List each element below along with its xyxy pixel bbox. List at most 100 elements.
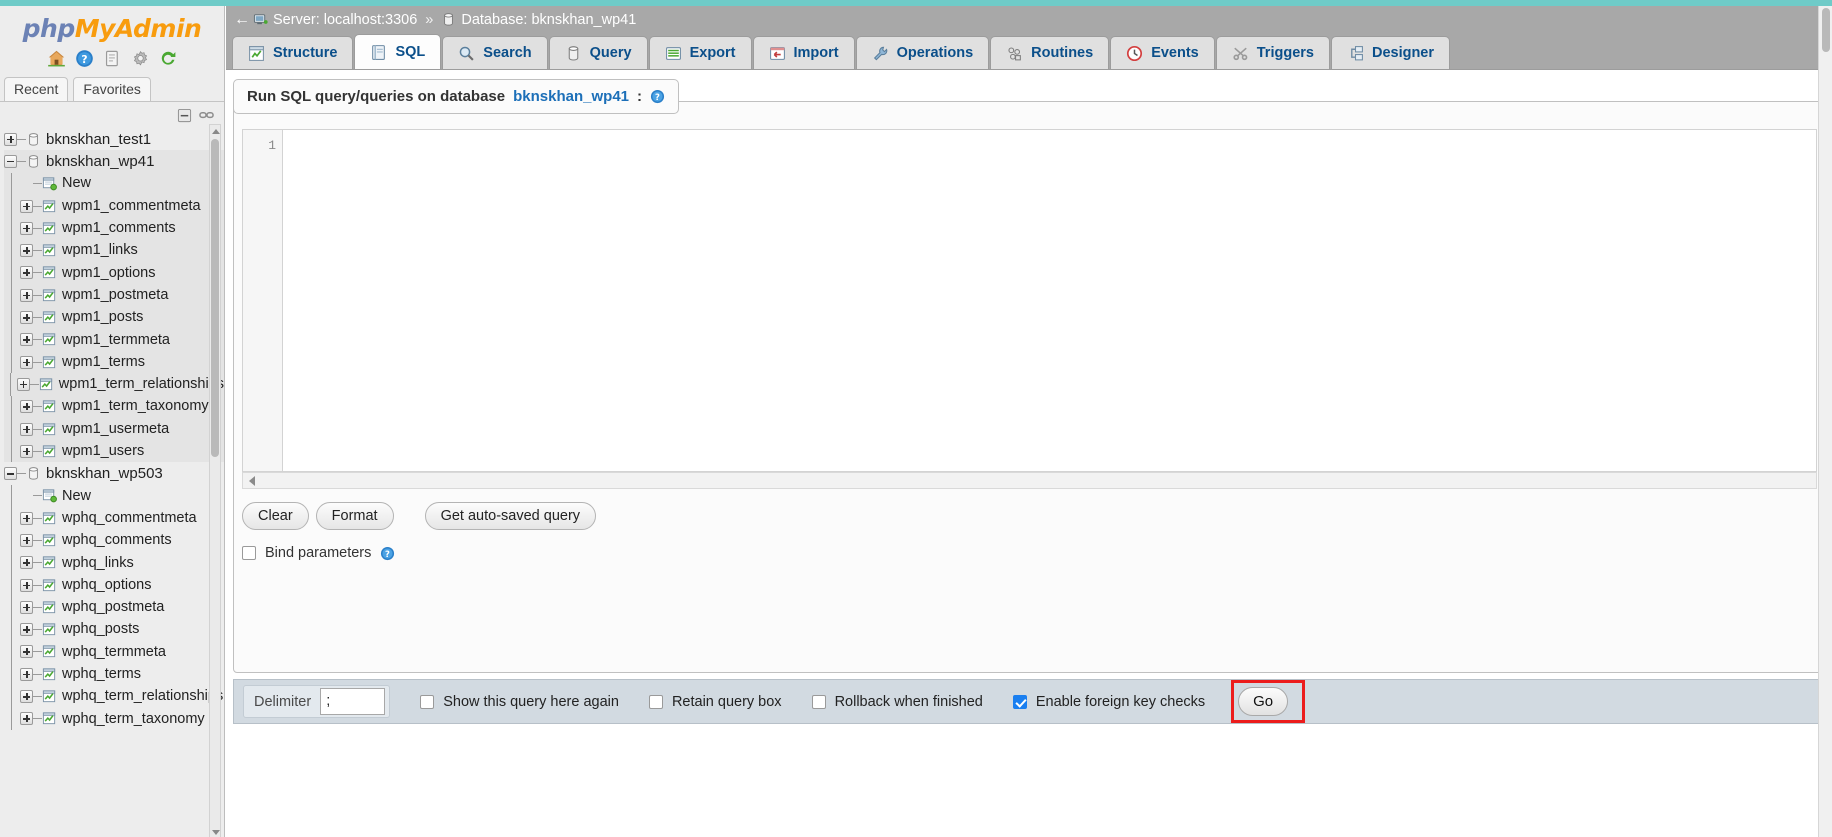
tree-collapse-icon[interactable] (4, 467, 17, 481)
tree-database-item[interactable]: bknskhan_wp503 (4, 462, 224, 484)
scroll-up-arrow[interactable] (210, 125, 222, 138)
recent-tab[interactable]: Recent (4, 77, 69, 101)
tree-expand-icon[interactable] (20, 311, 33, 325)
tree-table-item[interactable]: wpm1_comments (4, 217, 224, 240)
scroll-left-arrow[interactable] (243, 475, 260, 486)
main-scrollbar[interactable] (1818, 6, 1832, 837)
tree-expand-icon[interactable] (16, 377, 30, 391)
enable-foreign-key-checks-checkbox[interactable] (1012, 694, 1027, 709)
sql-editor[interactable]: 1 (242, 129, 1817, 472)
phpmyadmin-logo[interactable]: phpMyAdmin (0, 6, 224, 45)
tab-search[interactable]: Search (442, 36, 548, 69)
tab-designer[interactable]: Designer (1330, 36, 1451, 69)
show-query-again-checkbox[interactable] (420, 694, 435, 709)
tree-expand-icon[interactable] (20, 355, 33, 369)
settings-gear-icon[interactable] (131, 49, 150, 68)
tree-expand-icon[interactable] (20, 645, 33, 659)
tree-database-item[interactable]: bknskhan_wp41 (4, 150, 224, 173)
tree-table-item[interactable]: wphq_termmeta (4, 640, 224, 664)
format-button[interactable]: Format (315, 502, 394, 530)
tab-triggers[interactable]: Triggers (1215, 36, 1330, 69)
tree-expand-icon[interactable] (20, 712, 33, 726)
tree-expand-icon[interactable] (20, 333, 33, 347)
tree-new-item[interactable]: New (4, 172, 224, 195)
tree-table-item[interactable]: wphq_options (4, 573, 224, 597)
back-arrow-icon[interactable]: ← (231, 11, 253, 29)
sidebar-scrollbar[interactable] (209, 124, 221, 837)
tree-table-item[interactable]: wpm1_links (4, 239, 224, 262)
tree-expand-icon[interactable] (20, 266, 33, 280)
tree-expand-icon[interactable] (20, 221, 33, 235)
toggle-link-icon[interactable] (199, 108, 214, 123)
tree-table-item[interactable]: wpm1_options (4, 261, 224, 285)
clear-button[interactable]: Clear (242, 502, 309, 530)
reload-icon[interactable] (159, 49, 178, 68)
tree-expand-icon[interactable] (20, 533, 33, 547)
tree-table-item[interactable]: wphq_links (4, 551, 224, 574)
breadcrumb-database[interactable]: Database: bknskhan_wp41 (441, 12, 636, 28)
tree-expand-icon[interactable] (20, 578, 33, 592)
retain-query-box-option[interactable]: Retain query box (648, 694, 782, 710)
tree-expand-icon[interactable] (20, 288, 33, 302)
breadcrumb-server[interactable]: Server: localhost:3306 (253, 12, 417, 28)
editor-horizontal-scrollbar[interactable] (242, 472, 1817, 489)
tree-expand-icon[interactable] (20, 511, 33, 525)
show-query-again-option[interactable]: Show this query here again (420, 694, 619, 710)
tab-events[interactable]: Events (1110, 36, 1215, 69)
tree-table-item[interactable]: wphq_postmeta (4, 596, 224, 619)
sql-heading-help-icon[interactable]: ? (650, 89, 665, 104)
tree-table-item[interactable]: wphq_term_taxonomy (4, 707, 224, 731)
tree-table-item[interactable]: wpm1_term_relationships (4, 373, 224, 396)
tree-collapse-icon[interactable] (4, 154, 17, 168)
tab-routines[interactable]: Routines (990, 36, 1110, 69)
tree-table-item[interactable]: wphq_comments (4, 529, 224, 552)
rollback-when-finished-checkbox[interactable] (811, 694, 826, 709)
help-icon[interactable]: ? (75, 49, 94, 68)
tree-expand-icon[interactable] (20, 199, 33, 213)
favorites-tab[interactable]: Favorites (73, 77, 151, 101)
tree-expand-icon[interactable] (20, 667, 33, 681)
tree-table-item[interactable]: wphq_term_relationships (4, 685, 224, 708)
sidebar-scrollbar-thumb[interactable] (211, 139, 219, 457)
tree-expand-icon[interactable] (20, 556, 33, 570)
tree-table-item[interactable]: wpm1_users (4, 440, 224, 463)
collapse-all-icon[interactable] (177, 108, 192, 123)
tab-structure[interactable]: Structure (232, 36, 354, 69)
tree-table-item[interactable]: wphq_terms (4, 663, 224, 686)
get-auto-saved-query-button[interactable]: Get auto-saved query (424, 502, 597, 530)
tree-expand-icon[interactable] (20, 690, 33, 704)
home-icon[interactable] (47, 49, 66, 68)
sql-code-area[interactable] (283, 130, 1816, 471)
tree-expand-icon[interactable] (20, 244, 33, 258)
tab-query[interactable]: Query (548, 36, 648, 69)
rollback-when-finished-option[interactable]: Rollback when finished (811, 694, 983, 710)
bind-parameters-checkbox[interactable] (242, 546, 256, 560)
tree-expand-icon[interactable] (20, 600, 33, 614)
tab-export[interactable]: Export (648, 36, 752, 69)
tree-database-item[interactable]: bknskhan_test1 (4, 128, 224, 150)
tree-expand-icon[interactable] (4, 132, 17, 146)
tab-sql[interactable]: SQL (354, 34, 442, 69)
main-scrollbar-thumb[interactable] (1822, 8, 1830, 52)
tree-table-item[interactable]: wpm1_commentmeta (4, 194, 224, 218)
delimiter-input[interactable]: ; (320, 688, 386, 715)
tree-table-item[interactable]: wpm1_terms (4, 350, 224, 374)
tree-expand-icon[interactable] (20, 400, 33, 414)
tree-new-item[interactable]: New (4, 484, 224, 508)
tree-expand-icon[interactable] (20, 623, 33, 637)
tree-table-item[interactable]: wphq_posts (4, 618, 224, 641)
tree-table-item[interactable]: wpm1_posts (4, 306, 224, 329)
scroll-down-arrow[interactable] (210, 826, 222, 837)
tree-table-item[interactable]: wphq_commentmeta (4, 507, 224, 530)
tree-expand-icon[interactable] (20, 422, 33, 436)
go-button[interactable]: Go (1238, 687, 1289, 716)
tab-operations[interactable]: Operations (855, 36, 990, 69)
tab-import[interactable]: Import (752, 36, 855, 69)
tree-table-item[interactable]: wpm1_postmeta (4, 284, 224, 307)
tree-table-item[interactable]: wpm1_termmeta (4, 328, 224, 351)
enable-foreign-key-checks-option[interactable]: Enable foreign key checks (1012, 694, 1205, 710)
tree-expand-icon[interactable] (20, 444, 33, 458)
retain-query-box-checkbox[interactable] (648, 694, 663, 709)
server-doc-icon[interactable] (103, 49, 122, 68)
tree-table-item[interactable]: wpm1_usermeta (4, 417, 224, 441)
